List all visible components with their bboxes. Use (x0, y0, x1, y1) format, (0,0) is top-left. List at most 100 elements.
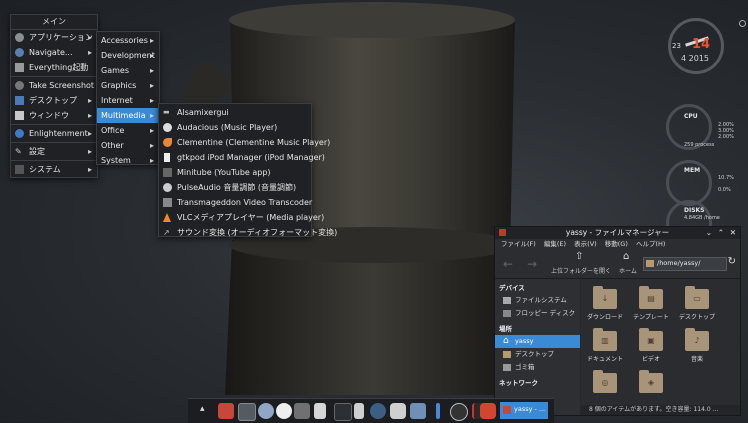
menu-item-window[interactable]: ウィンドウ ▸ (11, 108, 97, 123)
sidebar-item-home[interactable]: ⌂ yassy (495, 335, 580, 348)
forward-arrow-icon[interactable]: → (527, 257, 537, 271)
task-yassy[interactable]: yassy - ... (500, 402, 548, 419)
chevron-right-icon: ▸ (149, 141, 154, 150)
menu-item-applications[interactable]: アプリケーション ▸ (11, 30, 97, 45)
chevron-down-icon[interactable]: ⌄ (706, 227, 712, 239)
clock-date: 4 2015 (681, 54, 709, 63)
reload-icon[interactable]: ↻ (728, 256, 736, 267)
folder-pictures-icon: ◎ (593, 370, 617, 393)
apps-item-development[interactable]: Development ▸ (97, 48, 159, 63)
window-titlebar[interactable]: yassy - ファイルマネージャー ⌄ ⌃ ✕ (495, 227, 740, 239)
user-icon[interactable] (410, 403, 426, 419)
tool-icon[interactable] (294, 403, 310, 419)
menu-item-everything[interactable]: Everything起動 (11, 60, 97, 75)
home-icon[interactable]: ⌂ (623, 251, 629, 262)
close-icon[interactable]: ✕ (730, 227, 736, 239)
file-item-pictures[interactable]: ◎ (581, 370, 629, 396)
chevron-up-icon[interactable]: ▴ (200, 404, 205, 414)
menu-item-label: Multimedia (101, 111, 146, 120)
apps-item-accessories[interactable]: Accessories ▸ (97, 33, 159, 48)
screenshot-launcher-icon[interactable] (238, 403, 256, 421)
floppy-icon (503, 310, 511, 317)
power-icon[interactable] (480, 403, 496, 419)
menu-file[interactable]: ファイル(F) (501, 240, 536, 248)
chevron-right-icon: ▸ (87, 129, 92, 138)
home-button[interactable]: ホーム (619, 266, 637, 275)
menu-item-label: Navigate... (29, 48, 73, 57)
gadget-settings-icon[interactable] (739, 20, 746, 27)
file-manager-launcher-icon[interactable] (218, 403, 234, 419)
menu-view[interactable]: 表示(V) (574, 240, 597, 248)
apps-item-games[interactable]: Games ▸ (97, 63, 159, 78)
apps-item-internet[interactable]: Internet ▸ (97, 93, 159, 108)
media-player-icon[interactable] (370, 403, 386, 419)
sidebar-item-label: ゴミ箱 (515, 363, 535, 371)
menu-item-navigate[interactable]: Navigate... ▸ (11, 45, 97, 60)
apps-item-other[interactable]: Other ▸ (97, 138, 159, 153)
apps-item-graphics[interactable]: Graphics ▸ (97, 78, 159, 93)
apps-item-office[interactable]: Office ▸ (97, 123, 159, 138)
apps-item-system[interactable]: System ▸ (97, 153, 159, 168)
multimedia-item[interactable]: Minitube (YouTube app) (159, 165, 311, 180)
enlightenment-icon (15, 129, 24, 138)
menu-go[interactable]: 移動(G) (605, 240, 628, 248)
file-item-desktop[interactable]: ▭ デスクトップ (673, 286, 721, 321)
file-item-public[interactable]: ◈ (627, 370, 675, 396)
applications-menu: Accessories ▸ Development ▸ Games ▸ Graphic… (96, 31, 160, 165)
file-item-templates[interactable]: ▤ テンプレート (627, 286, 675, 321)
audacious-icon (163, 123, 172, 132)
multimedia-item[interactable]: Transmageddon Video Transcoder (159, 195, 312, 210)
multimedia-item[interactable]: ↗ サウンド変換 (オーディオフォーマット変換) (159, 225, 337, 240)
clock-gadget: 23 14 4 2015 (668, 18, 724, 74)
apps-item-multimedia[interactable]: Multimedia ▸ (97, 108, 159, 123)
sidebar-item-trash[interactable]: ゴミ箱 (495, 361, 580, 374)
terminal-icon[interactable] (334, 403, 352, 421)
chevron-up-icon[interactable]: ⌃ (718, 227, 724, 239)
file-item-label: ドキュメント (586, 356, 623, 363)
chevron-right-icon: ▸ (149, 51, 154, 60)
menu-item-label: Clementine (Clementine Music Player) (177, 138, 331, 147)
file-item-music[interactable]: ♪ 音楽 (673, 328, 721, 363)
file-item-downloads[interactable]: ↓ ダウンロード (581, 286, 629, 321)
multimedia-item[interactable]: Audacious (Music Player) (159, 120, 311, 135)
transcoder-icon (163, 198, 172, 207)
screenshot-icon (15, 81, 24, 90)
chevron-right-icon: ▸ (149, 81, 154, 90)
network-icon[interactable] (390, 403, 406, 419)
file-item-videos[interactable]: ▣ ビデオ (627, 328, 675, 363)
sidebar-item-filesystem[interactable]: ファイルシステム (495, 294, 580, 307)
multimedia-item[interactable]: VLCメディアプレイヤー (Media player) (159, 210, 324, 225)
path-bar[interactable]: /home/yassy/ (643, 257, 727, 271)
up-arrow-icon[interactable]: ⇧ (575, 251, 583, 262)
back-arrow-icon[interactable]: ← (503, 257, 513, 271)
menu-item-desktop[interactable]: デスクトップ ▸ (11, 93, 97, 108)
multimedia-item[interactable]: ▬ Alsamixergui (159, 105, 311, 120)
amazon-icon[interactable] (276, 403, 292, 419)
menu-item-take-screenshot[interactable]: Take Screenshot (11, 78, 97, 93)
menu-item-enlightenment[interactable]: Enlightenment ▸ (11, 126, 97, 141)
wrench-icon[interactable] (354, 403, 364, 419)
up-folder-button[interactable]: 上位フォルダーを開く (551, 266, 611, 275)
cpu-label: CPU (684, 113, 698, 120)
menu-help[interactable]: ヘルプ(H) (636, 240, 665, 248)
sidebar-item-desktop[interactable]: デスクトップ (495, 348, 580, 361)
menu-item-system[interactable]: システム ▸ (11, 162, 97, 177)
document-icon[interactable] (314, 403, 326, 419)
chevron-right-icon: ▸ (149, 96, 154, 105)
file-item-documents[interactable]: ▥ ドキュメント (581, 328, 629, 363)
clock-icon[interactable] (450, 403, 468, 421)
folder-music-icon: ♪ (685, 328, 709, 351)
multimedia-item[interactable]: gtkpod iPod Manager (iPod Manager) (159, 150, 325, 165)
multimedia-item[interactable]: Clementine (Clementine Music Player) (159, 135, 330, 150)
multimedia-item[interactable]: PulseAudio 音量調節 (音量調節) (159, 180, 311, 195)
menu-separator (11, 76, 97, 77)
menu-edit[interactable]: 編集(E) (544, 240, 566, 248)
globe-icon[interactable] (258, 403, 274, 419)
trash-icon (503, 364, 511, 371)
folder-emblem: ▤ (647, 294, 655, 303)
sidebar-item-floppy[interactable]: フロッピー ディスク (495, 307, 580, 320)
menu-item-label: Accessories (101, 36, 148, 45)
thermometer-icon[interactable] (436, 403, 440, 419)
clock-minute: 14 (692, 37, 711, 52)
menu-item-settings[interactable]: ✎ 設定 ▸ (11, 144, 97, 159)
